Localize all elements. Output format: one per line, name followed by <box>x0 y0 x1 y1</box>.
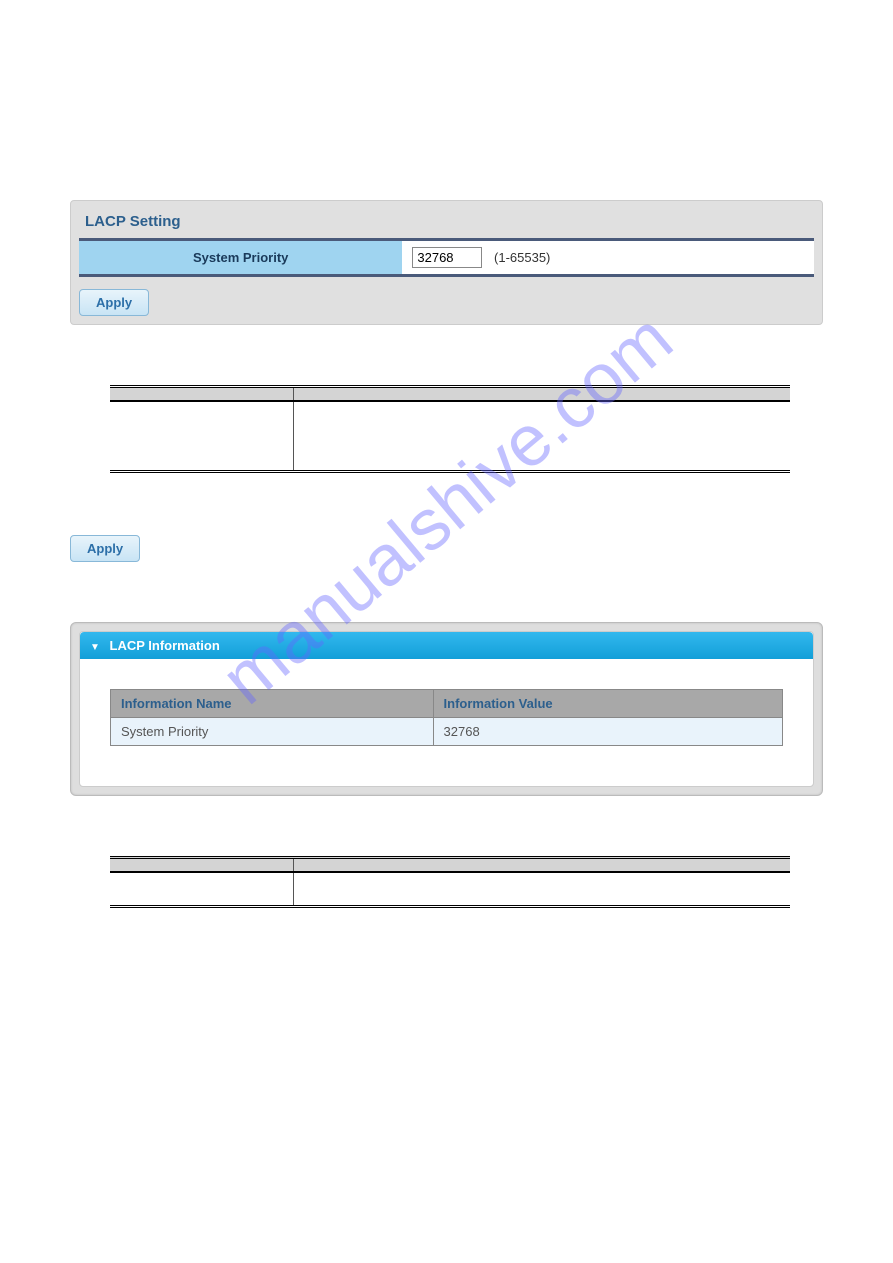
desc2-header-object <box>110 857 294 872</box>
lacp-info-panel-outer: ▼ LACP Information Information Name Info… <box>70 622 823 796</box>
apply-button-panel[interactable]: Apply <box>79 289 149 316</box>
desc2-header-description <box>294 857 790 872</box>
table-row: System Priority 32768 <box>111 717 783 745</box>
lacp-info-table: Information Name Information Value Syste… <box>110 689 783 746</box>
system-priority-range: (1-65535) <box>494 250 550 265</box>
system-priority-input[interactable] <box>412 247 482 268</box>
lacp-setting-table: System Priority (1-65535) <box>79 238 814 277</box>
lacp-info-header[interactable]: ▼ LACP Information <box>80 632 813 659</box>
info-header-value: Information Value <box>433 689 782 717</box>
desc2-cell-description <box>294 872 790 907</box>
system-priority-label: System Priority <box>79 240 402 276</box>
lacp-info-body: Information Name Information Value Syste… <box>80 659 813 786</box>
info-header-name: Information Name <box>111 689 434 717</box>
info-row-value: 32768 <box>433 717 782 745</box>
apply-button-standalone[interactable]: Apply <box>70 535 140 562</box>
desc1-header-object <box>110 387 294 402</box>
description-table-2 <box>110 856 790 909</box>
chevron-down-icon: ▼ <box>90 642 100 653</box>
lacp-setting-title: LACP Setting <box>79 209 814 234</box>
lacp-setting-panel: LACP Setting System Priority (1-65535) A… <box>70 200 823 325</box>
desc1-cell-description <box>294 401 790 471</box>
desc1-header-description <box>294 387 790 402</box>
desc2-cell-object <box>110 872 294 907</box>
description-table-1 <box>110 385 790 473</box>
lacp-info-panel-inner: ▼ LACP Information Information Name Info… <box>79 631 814 787</box>
lacp-info-title: LACP Information <box>110 638 220 653</box>
info-row-name: System Priority <box>111 717 434 745</box>
desc1-cell-object <box>110 401 294 471</box>
system-priority-value-cell: (1-65535) <box>402 240 814 276</box>
